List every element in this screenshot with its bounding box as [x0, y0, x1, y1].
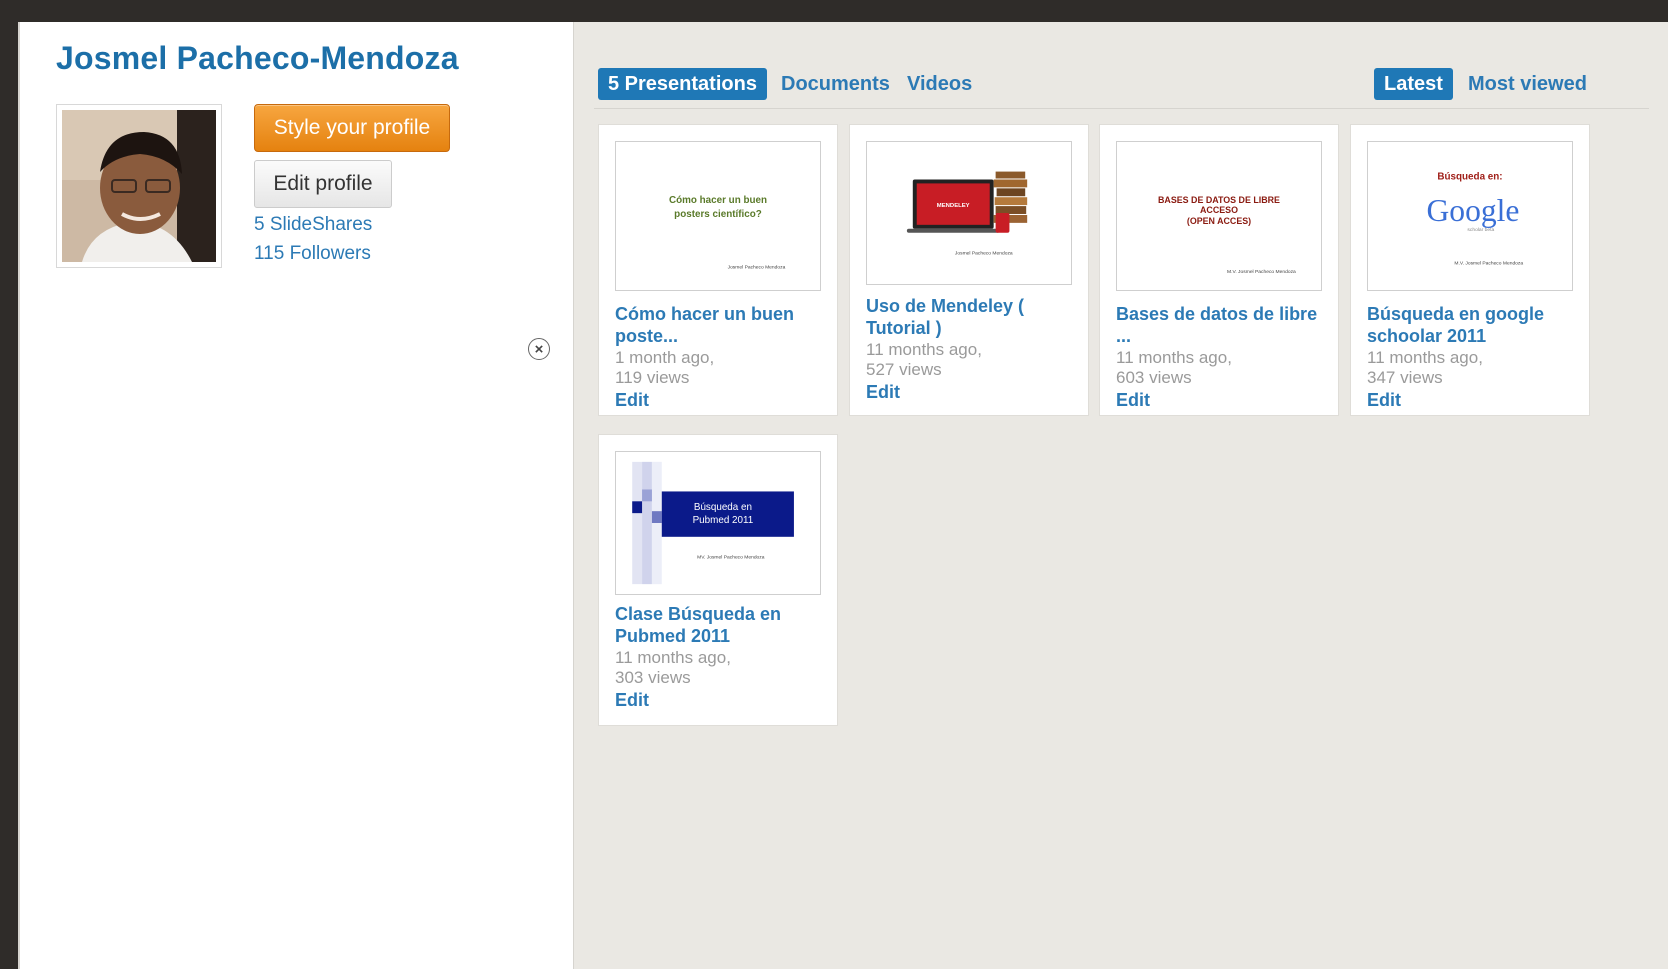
avatar[interactable]	[56, 104, 222, 268]
presentation-edit-link[interactable]: Edit	[866, 382, 900, 403]
presentation-title[interactable]: Uso de Mendeley ( Tutorial )	[866, 295, 1076, 339]
slide-preview: MENDELEY Josmel Pacheco Mendoza	[867, 142, 1071, 284]
presentation-thumbnail[interactable]: Búsqueda en: Google scholar beta M.V. Jo…	[1367, 141, 1573, 291]
slide-preview: Búsqueda en Pubmed 2011 MV. Josmel Pache…	[616, 452, 820, 594]
slide-text: Cómo hacer un buen	[669, 195, 767, 206]
presentation-time: 11 months ago,	[1367, 348, 1483, 367]
presentation-edit-link[interactable]: Edit	[1116, 390, 1150, 411]
presentation-views: 527 views	[866, 360, 942, 379]
presentation-thumbnail[interactable]: BASES DE DATOS DE LIBRE ACCESO (OPEN ACC…	[1116, 141, 1322, 291]
slide-text: Búsqueda en	[694, 502, 752, 513]
slide-author: Josmel Pacheco Mendoza	[955, 250, 1013, 256]
tab-presentations[interactable]: 5 Presentations	[598, 68, 767, 100]
presentation-views: 119 views	[615, 368, 690, 387]
presentation-edit-link[interactable]: Edit	[615, 690, 649, 711]
presentation-time: 1 month ago,	[615, 348, 715, 367]
slide-author: Josmel Pacheco Mendoza	[728, 264, 786, 270]
followers-count-link[interactable]: 115 Followers	[254, 243, 371, 265]
presentation-title[interactable]: Bases de datos de libre ...	[1116, 303, 1326, 347]
slide-text: ACCESO	[1200, 205, 1238, 215]
presentation-views: 603 views	[1116, 368, 1192, 387]
presentation-title[interactable]: Cómo hacer un buen poste...	[615, 303, 825, 347]
slide-author: M.V. Josmel Pacheco Mendoza	[1454, 260, 1523, 266]
slide-text: posters científico?	[674, 209, 762, 220]
tab-documents[interactable]: Documents	[781, 68, 890, 100]
presentation-time: 11 months ago,	[1116, 348, 1232, 367]
presentation-edit-link[interactable]: Edit	[615, 390, 649, 411]
presentation-title[interactable]: Búsqueda en google schoolar 2011	[1367, 303, 1577, 347]
presentation-thumbnail[interactable]: MENDELEY Josmel Pacheco Mendoza	[866, 141, 1072, 285]
profile-name[interactable]: Josmel Pacheco-Mendoza	[56, 40, 459, 77]
profile-window: Josmel Pacheco-Mendoza Style your profil…	[18, 22, 1668, 969]
tab-videos[interactable]: Videos	[907, 68, 972, 100]
slide-brand: MENDELEY	[937, 203, 970, 209]
presentation-time: 11 months ago,	[615, 648, 731, 667]
slide-author: M.V. Josmel Pacheco Mendoza	[1227, 269, 1296, 275]
presentation-title[interactable]: Clase Búsqueda en Pubmed 2011	[615, 603, 825, 647]
presentation-card[interactable]: Cómo hacer un buen posters científico? J…	[598, 124, 838, 416]
presentation-card[interactable]: MENDELEY Josmel Pacheco Mendoza Uso de M…	[849, 124, 1089, 416]
presentation-thumbnail[interactable]: Búsqueda en Pubmed 2011 MV. Josmel Pache…	[615, 451, 821, 595]
slide-text: Pubmed 2011	[693, 515, 754, 526]
presentation-edit-link[interactable]: Edit	[1367, 390, 1401, 411]
sort-most-viewed[interactable]: Most viewed	[1468, 68, 1587, 100]
presentation-views: 347 views	[1367, 368, 1443, 387]
presentation-card[interactable]: Búsqueda en Pubmed 2011 MV. Josmel Pache…	[598, 434, 838, 726]
profile-sidebar: Josmel Pacheco-Mendoza Style your profil…	[20, 22, 573, 969]
edit-profile-button[interactable]: Edit profile	[254, 160, 392, 208]
google-logo: Google	[1426, 193, 1519, 228]
presentation-card[interactable]: Búsqueda en: Google scholar beta M.V. Jo…	[1350, 124, 1590, 416]
slide-text: scholar beta	[1467, 227, 1494, 233]
style-profile-button[interactable]: Style your profile	[254, 104, 450, 152]
presentation-thumbnail[interactable]: Cómo hacer un buen posters científico? J…	[615, 141, 821, 291]
slide-text: Búsqueda en:	[1437, 171, 1502, 182]
presentation-time: 11 months ago,	[866, 340, 982, 359]
slide-preview: Búsqueda en: Google scholar beta M.V. Jo…	[1368, 142, 1572, 290]
slide-text: BASES DE DATOS DE LIBRE	[1158, 195, 1280, 205]
tab-divider	[594, 108, 1649, 109]
presentation-views: 303 views	[615, 668, 691, 687]
slideshares-count-link[interactable]: 5 SlideShares	[254, 214, 372, 236]
avatar-photo	[62, 110, 216, 262]
presentation-card[interactable]: BASES DE DATOS DE LIBRE ACCESO (OPEN ACC…	[1099, 124, 1339, 416]
slide-preview: BASES DE DATOS DE LIBRE ACCESO (OPEN ACC…	[1117, 142, 1321, 290]
sort-latest[interactable]: Latest	[1374, 68, 1453, 100]
close-icon[interactable]: ×	[528, 338, 550, 360]
slide-author: MV. Josmel Pacheco Mendoza	[697, 555, 765, 561]
slide-preview: Cómo hacer un buen posters científico? J…	[616, 142, 820, 290]
slide-text: (OPEN ACCES)	[1187, 216, 1251, 226]
uploads-panel: 5 Presentations Documents Videos Latest …	[573, 22, 1668, 969]
